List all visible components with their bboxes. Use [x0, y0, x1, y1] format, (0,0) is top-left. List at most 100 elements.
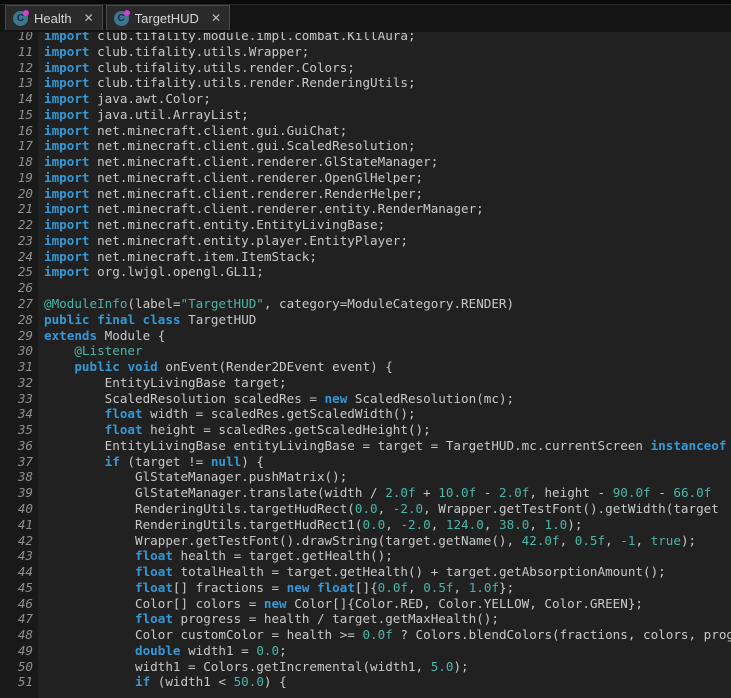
code-line[interactable]: 12 import club.tifality.utils.render.Colo…: [0, 60, 731, 76]
code-line[interactable]: 17 import net.minecraft.client.gui.Scaled…: [0, 138, 731, 154]
code-line[interactable]: 26: [0, 280, 731, 296]
line-number: 10: [17, 32, 33, 43]
code-line[interactable]: 48 Color customColor = health >= 0.0f ? …: [0, 627, 731, 643]
code-line[interactable]: 40 RenderingUtils.targetHudRect(0.0, -2.…: [0, 501, 731, 517]
code-token: final: [97, 311, 136, 327]
code-line[interactable]: 50 width1 = Colors.getIncremental(width1…: [0, 659, 731, 675]
code-line[interactable]: 46 Color[] colors = new Color[]{Color.RE…: [0, 596, 731, 612]
code-text: import java.awt.Color;: [38, 91, 211, 107]
code-token: club.tifality.utils.render.Colors;: [89, 59, 355, 75]
code-line[interactable]: 25 import org.lwjgl.opengl.GL11;: [0, 264, 731, 280]
code-line[interactable]: 43 float health = target.getHealth();: [0, 548, 731, 564]
code-token: net.minecraft.client.gui.ScaledResolutio…: [89, 138, 416, 154]
code-token: );: [453, 658, 469, 674]
code-line[interactable]: 16 import net.minecraft.client.gui.GuiCha…: [0, 123, 731, 139]
line-number: 43: [17, 548, 33, 564]
code-line[interactable]: 34 float width = scaledRes.getScaledWidt…: [0, 406, 731, 422]
code-text: float width = scaledRes.getScaledWidth()…: [38, 406, 416, 422]
code-token: float: [135, 548, 173, 564]
code-token: import: [44, 169, 90, 185]
code-line[interactable]: 32 EntityLivingBase target;: [0, 375, 731, 391]
code-token: 90.0f: [612, 485, 651, 501]
line-number: 49: [17, 642, 33, 658]
code-text: EntityLivingBase entityLivingBase = targ…: [38, 438, 727, 454]
code-token: health = target.getHealth();: [172, 548, 393, 564]
code-line[interactable]: 22 import net.minecraft.entity.EntityLivi…: [0, 217, 731, 233]
code-token: import: [44, 122, 90, 138]
code-line[interactable]: 42 Wrapper.getTestFont().drawString(targ…: [0, 533, 731, 549]
code-token: 0.0f: [362, 627, 393, 643]
code-token: net.minecraft.client.gui.GuiChat;: [89, 122, 348, 138]
code-line[interactable]: 19 import net.minecraft.client.renderer.O…: [0, 170, 731, 186]
code-line[interactable]: 44 float totalHealth = target.getHealth(…: [0, 564, 731, 580]
code-line[interactable]: 29 extends Module {: [0, 328, 731, 344]
code-token: ;: [279, 642, 287, 658]
code-line[interactable]: 18 import net.minecraft.client.renderer.G…: [0, 154, 731, 170]
line-number: 27: [17, 296, 33, 312]
code-token: import: [44, 185, 90, 201]
code-line[interactable]: 37 if (target != null) {: [0, 454, 731, 470]
code-token: ScaledResolution(mc);: [347, 390, 515, 406]
code-token: java.awt.Color;: [89, 91, 211, 107]
code-line[interactable]: 21 import net.minecraft.client.renderer.e…: [0, 201, 731, 217]
code-text: float[] fractions = new float[]{0.0f, 0.…: [38, 580, 514, 596]
code-line[interactable]: 38 GlStateManager.pushMatrix();: [0, 469, 731, 485]
line-number: 19: [17, 169, 33, 185]
code-token: 5.0: [430, 658, 454, 674]
line-number: 30: [17, 343, 33, 359]
code-token: -2.0: [400, 516, 431, 532]
code-line[interactable]: 10 import club.tifality.module.impl.comba…: [0, 32, 731, 44]
code-line[interactable]: 31 public void onEvent(Render2DEvent eve…: [0, 359, 731, 375]
line-number: 26: [17, 280, 33, 296]
code-line[interactable]: 20 import net.minecraft.client.renderer.R…: [0, 186, 731, 202]
code-line[interactable]: 13 import club.tifality.utils.render.Rend…: [0, 75, 731, 91]
code-text: RenderingUtils.targetHudRect1(0.0, -2.0,…: [38, 517, 582, 533]
code-token: import: [44, 201, 90, 217]
class-icon: C: [113, 9, 130, 26]
code-line[interactable]: 51 if (width1 < 50.0) {: [0, 674, 731, 690]
code-token: 1.0f: [468, 579, 500, 595]
code-line[interactable]: 11 import club.tifality.utils.Wrapper;: [0, 44, 731, 60]
code-text: import net.minecraft.client.gui.ScaledRe…: [38, 138, 416, 154]
code-token: import: [44, 106, 90, 122]
code-line[interactable]: 15 import java.util.ArrayList;: [0, 107, 731, 123]
close-icon[interactable]: ✕: [211, 12, 221, 24]
line-number: 35: [17, 422, 33, 438]
code-line[interactable]: 49 double width1 = 0.0;: [0, 643, 731, 659]
line-number: 51: [17, 674, 33, 690]
line-number: 46: [17, 595, 33, 611]
code-line[interactable]: 30 @Listener: [0, 343, 731, 359]
code-line[interactable]: 27 @ModuleInfo(label="TargetHUD", categor…: [0, 296, 731, 312]
code-token: , height -: [529, 485, 613, 501]
code-line[interactable]: 23 import net.minecraft.entity.player.Ent…: [0, 233, 731, 249]
line-number: 29: [17, 327, 33, 343]
code-line[interactable]: 24 import net.minecraft.item.ItemStack;: [0, 249, 731, 265]
code-line[interactable]: 47 float progress = health / target.getM…: [0, 611, 731, 627]
code-line[interactable]: 45 float[] fractions = new float[]{0.0f,…: [0, 580, 731, 596]
code-line[interactable]: 14 import java.awt.Color;: [0, 91, 731, 107]
code-line[interactable]: 41 RenderingUtils.targetHudRect1(0.0, -2…: [0, 517, 731, 533]
close-icon[interactable]: ✕: [84, 12, 94, 24]
code-line[interactable]: 36 EntityLivingBase entityLivingBase = t…: [0, 438, 731, 454]
code-text: public final class TargetHUD: [38, 312, 256, 328]
code-text: ScaledResolution scaledRes = new ScaledR…: [38, 391, 514, 407]
code-line[interactable]: 33 ScaledResolution scaledRes = new Scal…: [0, 391, 731, 407]
code-token: ,: [408, 579, 424, 595]
code-token: progress = health / target.getMaxHealth(…: [172, 611, 499, 627]
code-line[interactable]: 28 public final class TargetHUD: [0, 312, 731, 328]
code-token: totalHealth = target.getHealth() + targe…: [172, 564, 666, 580]
code-line[interactable]: 39 GlStateManager.translate(width / 2.0f…: [0, 485, 731, 501]
code-token: 10.0f: [438, 485, 477, 501]
code-token: ) {: [263, 674, 287, 690]
tab-targethud[interactable]: C TargetHUD ✕: [105, 5, 230, 30]
code-token: onEvent(Render2DEvent event) {: [157, 359, 393, 375]
code-token: net.minecraft.entity.EntityLivingBase;: [89, 217, 386, 233]
code-editor[interactable]: 10 import club.tifality.module.impl.comba…: [0, 32, 731, 698]
code-token: public: [44, 311, 90, 327]
code-text: @ModuleInfo(label="TargetHUD", category=…: [38, 296, 514, 312]
code-token: Wrapper.getTestFont().drawString(target.…: [44, 532, 522, 548]
tab-health[interactable]: C Health ✕: [5, 5, 103, 30]
code-line[interactable]: 35 float height = scaledRes.getScaledHei…: [0, 422, 731, 438]
code-text: float height = scaledRes.getScaledHeight…: [38, 422, 431, 438]
